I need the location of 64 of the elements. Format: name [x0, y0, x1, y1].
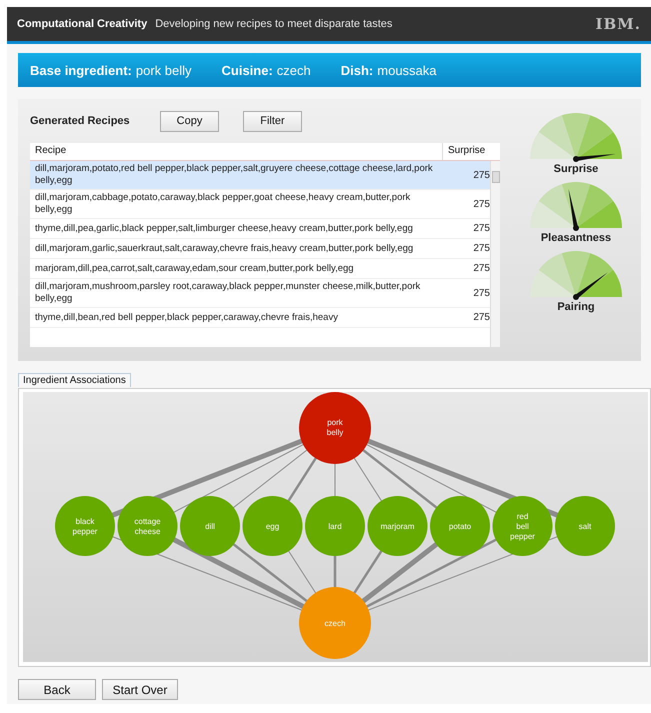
ingredient-node[interactable] — [180, 496, 240, 556]
recipe-cell-text: dill,marjoram,potato,red bell pepper,black pepper,salt,gruyere cheese,cottage cheese,lard,pork belly,egg — [34, 162, 434, 188]
ingredient-node[interactable] — [242, 496, 302, 556]
recipe-cell-text: thyme,dill,pea,garlic,black pepper,salt,limburger cheese,heavy cream,butter,pork belly,egg — [34, 222, 414, 236]
node-label: pork belly — [326, 418, 344, 437]
logo: IBM. — [595, 15, 641, 33]
surprise-cell-text: 275 — [472, 243, 490, 254]
base-node[interactable] — [299, 392, 371, 464]
ingredient-node[interactable] — [55, 496, 115, 556]
ingredient-node[interactable] — [492, 496, 552, 556]
recipe-cell-text: dill,marjoram,garlic,sauerkraut,salt,caraway,chevre frais,heavy cream,butter,pork belly,egg — [34, 242, 414, 256]
app-subtitle: Developing new recipes to meet disparate tastes — [155, 18, 392, 30]
nav-button[interactable]: Back — [18, 679, 96, 700]
surprise-cell-text: 275 — [472, 312, 490, 323]
toolbar-button[interactable]: Copy — [160, 110, 219, 132]
scrollbar[interactable] — [490, 161, 500, 347]
cuisine-node[interactable] — [299, 587, 371, 659]
node-label: potato — [448, 522, 472, 531]
node-label: cottage cheese — [134, 517, 161, 536]
table-row[interactable]: thyme,dill,bean,red bell pepper,black pepper,caraway,chevre frais,heavy 275 — [30, 308, 490, 328]
node-label: red bell pepper — [510, 512, 535, 541]
recipe-cell-text: thyme,dill,bean,red bell pepper,black pepper,caraway,chevre frais,heavy — [34, 310, 339, 324]
ingredient-node[interactable] — [118, 496, 178, 556]
surprise-cell-text: 275 — [472, 198, 490, 210]
recipe-cell-text: dill,marjoram,mushroom,parsley root,caraway,black pepper,munster cheese,milk,butter,pork belly,egg — [34, 280, 422, 306]
node-label: egg — [266, 522, 280, 531]
banner-value: czech — [276, 62, 311, 78]
table-row[interactable]: dill,marjoram,garlic,sauerkraut,salt,caraway,chevre frais,heavy cream,butter,pork belly,egg 275 — [30, 239, 490, 259]
gauge-label: Surprise — [554, 163, 598, 175]
surprise-cell-text: 275 — [472, 288, 490, 298]
surprise-cell-text: 275 — [472, 223, 490, 234]
node-label: dill — [205, 522, 215, 531]
table-row[interactable]: dill,marjoram,mushroom,parsley root,caraway,black pepper,munster cheese,milk,butter,pork belly,egg 275 — [30, 279, 490, 308]
gauge-label: Pairing — [557, 301, 595, 313]
toolbar-button[interactable]: Filter — [243, 110, 302, 132]
recipe-cell-text: dill,marjoram,cabbage,potato,caraway,black pepper,goat cheese,heavy cream,butter,pork belly,egg — [34, 191, 412, 217]
table-row[interactable]: marjoram,dill,pea,carrot,salt,caraway,edam,sour cream,butter,pork belly,egg 275 — [30, 259, 490, 279]
ingredient-node[interactable] — [368, 496, 428, 556]
node-label: black pepper — [72, 517, 98, 536]
banner-label: Base ingredient: — [30, 62, 132, 78]
ingredient-node[interactable] — [555, 496, 615, 556]
table-row[interactable]: dill,marjoram,cabbage,potato,caraway,black pepper,goat cheese,heavy cream,butter,pork belly,egg 275 — [30, 190, 490, 219]
node-label: czech — [324, 619, 346, 628]
column-header[interactable]: Recipe — [30, 143, 443, 160]
table-row[interactable]: dill,marjoram,potato,red bell pepper,black pepper,salt,gruyere cheese,cottage cheese,lard,pork belly,egg 275 — [30, 161, 490, 190]
column-header[interactable]: Surprise — [443, 143, 500, 160]
gauge-label: Pleasantness — [540, 232, 612, 244]
banner-value: moussaka — [377, 62, 437, 78]
surprise-cell-text: 275 — [472, 263, 490, 274]
panel-title: Generated Recipes — [30, 115, 131, 127]
recipe-cell-text: marjoram,dill,pea,carrot,salt,caraway,edam,sour cream,butter,pork belly,egg — [34, 262, 355, 276]
surprise-cell-text: 275 — [472, 170, 490, 180]
node-label: salt — [578, 522, 592, 531]
node-label: marjoram — [380, 522, 414, 531]
app-title: Computational Creativity — [17, 18, 148, 30]
banner-value: pork belly — [136, 62, 192, 78]
section-tab[interactable]: Ingredient Associations — [18, 373, 131, 387]
banner-label: Dish: — [340, 62, 374, 78]
banner-label: Cuisine: — [222, 62, 273, 78]
ingredient-node[interactable] — [430, 496, 490, 556]
table-row[interactable]: thyme,dill,pea,garlic,black pepper,salt,limburger cheese,heavy cream,butter,pork belly,egg 275 — [30, 219, 490, 239]
ingredient-node[interactable] — [305, 496, 365, 556]
nav-button[interactable]: Start Over — [102, 679, 178, 700]
node-label: lard — [328, 522, 342, 531]
